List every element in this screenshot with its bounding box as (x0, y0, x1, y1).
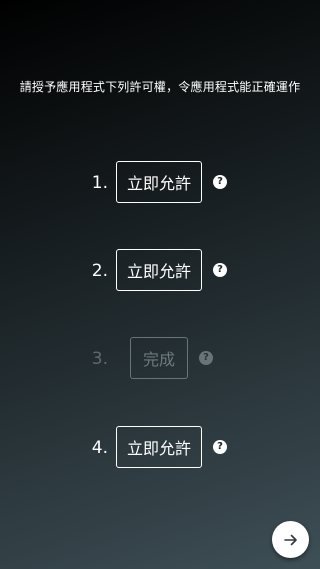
next-button[interactable] (272, 521, 309, 558)
help-icon[interactable]: ? (199, 351, 213, 365)
permission-step-1: 1. 立即允許 ? (0, 161, 320, 205)
arrow-right-icon (283, 534, 297, 545)
help-icon[interactable]: ? (213, 263, 227, 277)
allow-now-button[interactable]: 立即允許 (116, 161, 202, 203)
permission-step-4: 4. 立即允許 ? (0, 426, 320, 470)
allow-now-button[interactable]: 立即允許 (116, 426, 202, 468)
step-number: 3. (91, 349, 108, 369)
step-number: 2. (91, 261, 108, 281)
permission-instruction: 請授予應用程式下列許可權，令應用程式能正確運作 (19, 80, 301, 94)
help-icon[interactable]: ? (213, 175, 227, 189)
permission-step-2: 2. 立即允許 ? (0, 249, 320, 293)
step-number: 4. (91, 438, 108, 458)
done-button: 完成 (130, 337, 188, 379)
allow-now-button[interactable]: 立即允許 (116, 249, 202, 291)
permission-step-3: 3. 完成 ? (0, 337, 320, 381)
step-number: 1. (91, 173, 108, 193)
help-icon[interactable]: ? (213, 440, 227, 454)
